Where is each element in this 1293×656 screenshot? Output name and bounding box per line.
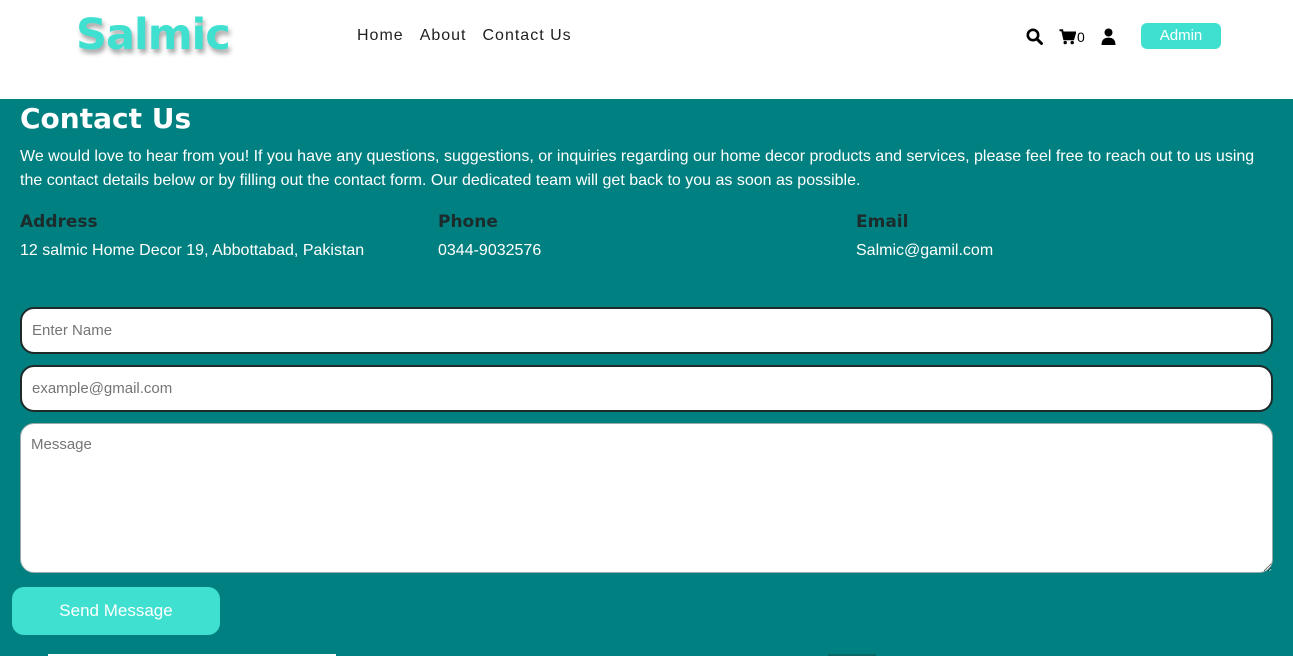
phone-block: Phone 0344-9032576 bbox=[438, 212, 838, 260]
nav-link-about[interactable]: About bbox=[420, 27, 467, 45]
nav-link-contact[interactable]: Contact Us bbox=[483, 27, 572, 45]
cart-count: 0 bbox=[1077, 28, 1085, 45]
navbar: Salmic Home About Contact Us 0 Admin bbox=[0, 0, 1293, 99]
contact-section: Contact Us We would love to hear from yo… bbox=[0, 99, 1293, 656]
brand-logo[interactable]: Salmic bbox=[76, 10, 231, 60]
cart-icon bbox=[1059, 28, 1076, 45]
nav-links: Home About Contact Us bbox=[357, 27, 572, 45]
email-value: Salmic@gamil.com bbox=[856, 242, 994, 259]
admin-button[interactable]: Admin bbox=[1141, 23, 1221, 49]
nav-link-home[interactable]: Home bbox=[357, 27, 404, 45]
address-value: 12 salmic Home Decor 19, Abbottabad, Pak… bbox=[20, 242, 365, 259]
page-title: Contact Us bbox=[20, 102, 192, 135]
address-label: Address bbox=[20, 212, 98, 232]
email-block: Email Salmic@gamil.com bbox=[856, 212, 1256, 260]
send-message-button[interactable]: Send Message bbox=[12, 587, 220, 635]
search-icon[interactable] bbox=[1026, 28, 1043, 45]
email-input[interactable] bbox=[20, 365, 1273, 412]
contact-intro: We would love to hear from you! If you h… bbox=[20, 148, 1255, 189]
address-block: Address 12 salmic Home Decor 19, Abbotta… bbox=[20, 212, 420, 260]
message-textarea[interactable] bbox=[20, 423, 1273, 573]
phone-label: Phone bbox=[438, 212, 498, 232]
name-input[interactable] bbox=[20, 307, 1273, 354]
cart-button[interactable]: 0 bbox=[1059, 29, 1085, 45]
nav-icons: 0 bbox=[1026, 28, 1116, 45]
email-label: Email bbox=[856, 212, 909, 232]
phone-value: 0344-9032576 bbox=[438, 242, 542, 259]
user-icon[interactable] bbox=[1101, 28, 1116, 45]
